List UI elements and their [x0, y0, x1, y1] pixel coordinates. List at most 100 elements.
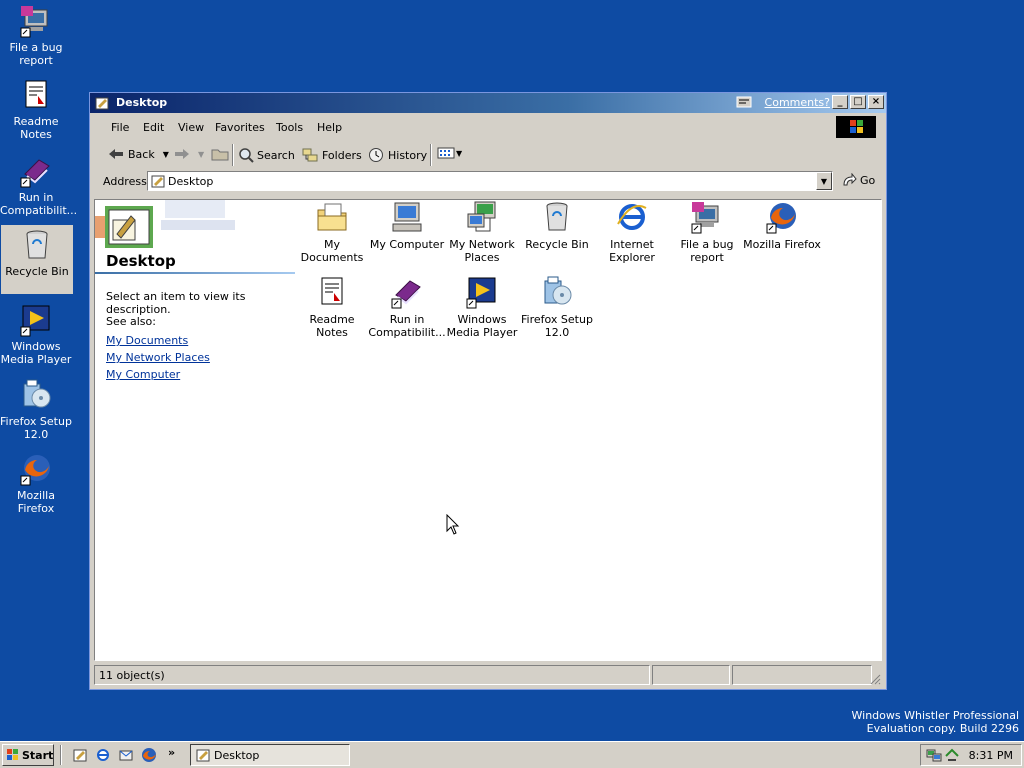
go-label: Go — [860, 173, 876, 187]
link-my-computer[interactable]: My Computer — [106, 366, 210, 383]
address-input[interactable]: Desktop ▼ — [147, 171, 833, 191]
taskbar-button-label: Desktop — [214, 749, 260, 762]
recycle-bin-icon — [546, 202, 568, 231]
item-recycle-bin[interactable]: Recycle Bin — [518, 200, 596, 251]
system-tray: 8:31 PM — [920, 744, 1022, 766]
desktop-icon-label: Recycle Bin — [5, 265, 69, 278]
up-folder-button[interactable] — [211, 147, 229, 161]
item-firefox-setup[interactable]: Firefox Setup 12.0 — [518, 275, 596, 339]
history-button[interactable]: History — [368, 147, 427, 163]
address-bar: Address Desktop ▼ Go — [94, 170, 882, 194]
toolbar-separator — [430, 144, 432, 166]
item-media-player[interactable]: Windows Media Player — [443, 275, 521, 339]
item-run-compat[interactable]: Run in Compatibilit... — [368, 275, 446, 339]
desktop-icon-readme[interactable]: Readme Notes — [0, 78, 72, 141]
compatibility-book-icon — [20, 159, 50, 188]
go-arrow-icon — [843, 173, 857, 186]
forward-dropdown-icon: ▼ — [198, 149, 205, 159]
item-label: Firefox Setup 12.0 — [521, 313, 593, 339]
item-my-documents[interactable]: My Documents — [293, 200, 371, 264]
quick-launch-more-button[interactable]: » — [168, 746, 175, 759]
watermark-line-1: Windows Whistler Professional — [851, 709, 1020, 722]
sync-tray-icon[interactable] — [944, 747, 960, 763]
item-label: Internet Explorer — [609, 238, 655, 264]
clock[interactable]: 8:31 PM — [969, 749, 1013, 762]
item-file-bug-report[interactable]: File a bug report — [668, 200, 746, 264]
computer-bug-icon — [20, 6, 48, 38]
status-pane-main: 11 object(s) — [94, 665, 650, 685]
desktop-icon-label: Mozilla Firefox — [17, 489, 55, 515]
link-my-network-places[interactable]: My Network Places — [106, 349, 210, 366]
internet-explorer-icon — [617, 204, 647, 230]
resize-grip-icon[interactable] — [869, 673, 881, 685]
forward-arrow-icon — [175, 149, 189, 159]
item-my-computer[interactable]: My Computer — [368, 200, 446, 251]
desktop-icon-label: Firefox Setup 12.0 — [0, 415, 72, 441]
close-button[interactable]: × — [868, 95, 884, 109]
forward-button[interactable]: ▼ — [174, 147, 204, 161]
item-label: Readme Notes — [309, 313, 355, 339]
desktop-folder-icon — [196, 749, 210, 762]
documents-folder-icon — [317, 203, 347, 231]
item-label: My Network Places — [449, 238, 515, 264]
mouse-cursor-icon — [446, 514, 460, 535]
desktop-icon-firefox-setup[interactable]: Firefox Setup 12.0 — [0, 378, 72, 441]
desktop-icon-recycle-bin[interactable]: Recycle Bin — [1, 225, 73, 294]
status-text: 11 object(s) — [99, 669, 165, 682]
firefox-icon[interactable] — [141, 747, 157, 763]
item-my-network-places[interactable]: My Network Places — [443, 200, 521, 264]
item-label: My Documents — [300, 238, 364, 264]
folders-button[interactable]: Folders — [302, 147, 362, 163]
views-button[interactable]: ▼ — [437, 147, 462, 159]
status-bar: 11 object(s) — [94, 665, 882, 687]
outlook-express-icon[interactable] — [118, 747, 134, 763]
desktop-icon-label: Run in Compatibilit... — [0, 191, 78, 217]
link-my-documents[interactable]: My Documents — [106, 332, 210, 349]
start-button[interactable]: Start — [2, 744, 54, 766]
search-icon — [239, 148, 254, 163]
taskbar-button-desktop[interactable]: Desktop — [190, 744, 350, 766]
menu-bar: File Edit View Favorites Tools Help — [94, 116, 882, 138]
minimize-button[interactable]: _ — [832, 95, 848, 109]
item-label: Windows Media Player — [446, 313, 518, 339]
internet-explorer-icon[interactable] — [95, 747, 111, 763]
back-dropdown-icon[interactable]: ▼ — [163, 150, 169, 159]
menu-tools[interactable]: Tools — [276, 121, 303, 134]
desktop-icon-label: Readme Notes — [13, 115, 59, 141]
go-button[interactable]: Go — [841, 173, 875, 187]
installer-icon — [544, 276, 572, 305]
panel-heading: Desktop — [106, 252, 176, 270]
back-arrow-icon — [109, 149, 123, 159]
item-mozilla-firefox[interactable]: Mozilla Firefox — [743, 200, 821, 251]
views-grid-icon — [437, 147, 455, 159]
desktop-folder-icon — [95, 97, 109, 110]
menu-favorites[interactable]: Favorites — [215, 121, 265, 134]
desktop-icon-run-compat[interactable]: Run in Compatibilit... — [0, 154, 77, 217]
window-titlebar[interactable]: Desktop Comments? _ □ × — [90, 93, 886, 113]
standard-toolbar: Back ▼ ▼ Search Folders History ▼ — [94, 142, 882, 168]
comments-link[interactable]: Comments? — [765, 96, 830, 109]
address-dropdown-button[interactable]: ▼ — [816, 172, 832, 190]
menu-help[interactable]: Help — [317, 121, 342, 134]
network-tray-icon[interactable] — [926, 747, 942, 763]
desktop-icon-file-bug[interactable]: File a bug report — [0, 4, 72, 67]
firefox-icon — [766, 203, 796, 234]
menu-file[interactable]: File — [111, 121, 129, 134]
desktop-icon-media-player[interactable]: Windows Media Player — [0, 303, 72, 366]
show-desktop-icon[interactable] — [72, 747, 88, 763]
item-readme-notes[interactable]: Readme Notes — [293, 275, 371, 339]
quick-launch-divider — [60, 745, 62, 765]
windows-logo-icon — [836, 116, 876, 138]
desktop-icon-firefox[interactable]: Mozilla Firefox — [0, 452, 72, 515]
item-internet-explorer[interactable]: Internet Explorer — [593, 200, 671, 264]
menu-edit[interactable]: Edit — [143, 121, 164, 134]
back-button[interactable]: Back ▼ — [108, 147, 169, 161]
status-pane-zone — [732, 665, 872, 685]
taskbar: Start » Desktop 8:31 PM — [0, 741, 1024, 768]
search-button[interactable]: Search — [238, 147, 295, 163]
see-also-links: My Documents My Network Places My Comput… — [106, 332, 210, 383]
history-label: History — [388, 148, 428, 162]
maximize-button[interactable]: □ — [850, 95, 866, 109]
status-pane-secondary — [652, 665, 730, 685]
menu-view[interactable]: View — [178, 121, 204, 134]
